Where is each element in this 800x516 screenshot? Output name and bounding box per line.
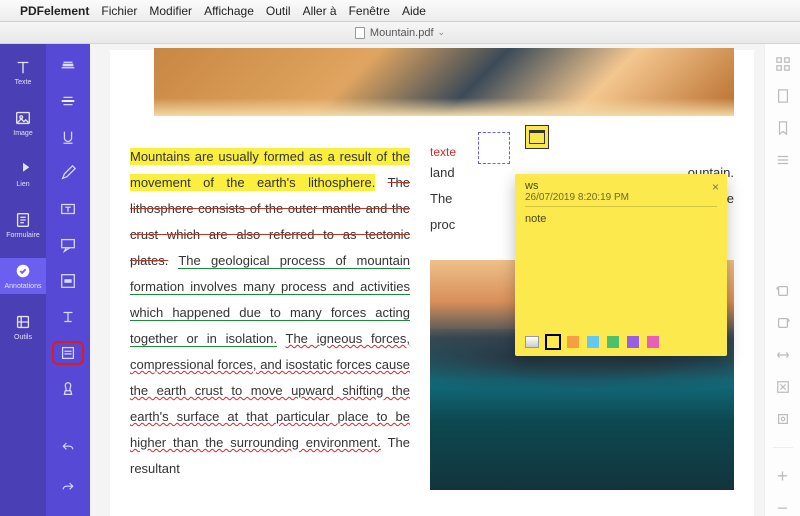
document-title: Mountain.pdf — [370, 27, 434, 39]
sticky-swatch-3[interactable] — [607, 336, 619, 348]
tool-area-highlight[interactable] — [55, 272, 81, 290]
highlighted-text[interactable]: Mountains are usually formed as a result… — [130, 148, 410, 191]
tool-underline[interactable] — [55, 128, 81, 146]
link-icon — [14, 160, 32, 178]
tool-pencil[interactable] — [55, 164, 81, 182]
right-outline-icon[interactable] — [775, 152, 791, 168]
sticky-date: 26/07/2019 8:20:19 PM — [525, 192, 717, 207]
menu-affichage[interactable]: Affichage — [204, 4, 254, 18]
tool-stamp[interactable] — [55, 380, 81, 398]
tool-sticky-note[interactable] — [55, 344, 81, 362]
menu-fichier[interactable]: Fichier — [101, 4, 137, 18]
sidebar-item-outils[interactable]: Outils — [0, 309, 46, 345]
hero-mountain-image — [154, 48, 734, 116]
sticky-swatch-1[interactable] — [567, 336, 579, 348]
zoom-out-button[interactable]: − — [775, 500, 791, 516]
menu-modifier[interactable]: Modifier — [149, 4, 192, 18]
sidebar-item-texte[interactable]: Texte — [0, 54, 46, 90]
sidebar-label: Image — [13, 130, 32, 137]
sidebar-label: Formulaire — [6, 232, 39, 239]
right-fit-page-icon[interactable] — [775, 379, 791, 395]
right-actual-size-icon[interactable] — [775, 411, 791, 427]
sidebar-item-image[interactable]: Image — [0, 105, 46, 141]
tool-strikethrough[interactable] — [55, 92, 81, 110]
sticky-close-icon[interactable]: × — [712, 180, 719, 194]
sticky-color-picker-icon[interactable] — [525, 336, 539, 348]
tool-undo[interactable] — [55, 434, 81, 460]
sidebar-label: Lien — [16, 181, 29, 188]
tool-redo[interactable] — [55, 474, 81, 500]
right-fit-width-icon[interactable] — [775, 347, 791, 363]
image-icon — [14, 109, 32, 127]
tool-typewriter[interactable] — [55, 308, 81, 326]
form-icon — [14, 211, 32, 229]
text-icon — [14, 58, 32, 76]
rt-l1a: land — [430, 160, 455, 186]
title-dropdown-chevron-icon[interactable]: ⌄ — [438, 27, 446, 38]
tool-text-callout[interactable] — [55, 236, 81, 254]
document-icon — [355, 27, 365, 39]
annotation-tools-column — [46, 44, 90, 516]
right-panel-strip: + − — [764, 44, 800, 516]
mac-menubar: PDFelement Fichier Modifier Affichage Ou… — [0, 0, 800, 22]
sidebar-label: Annotations — [5, 283, 42, 290]
menu-allera[interactable]: Aller à — [303, 4, 337, 18]
rt-l2a: The — [430, 186, 452, 212]
right-page-view-icon[interactable] — [775, 88, 791, 104]
sidebar-label: Texte — [15, 79, 32, 86]
sidebar-label: Outils — [14, 334, 32, 341]
annotations-icon — [14, 262, 32, 280]
right-bookmarks-icon[interactable] — [775, 120, 791, 136]
sticky-swatch-0[interactable] — [547, 336, 559, 348]
tool-highlight[interactable] — [55, 56, 81, 74]
sidebar-item-formulaire[interactable]: Formulaire — [0, 207, 46, 243]
right-rotate-right-icon[interactable] — [775, 315, 791, 331]
red-squiggle-text[interactable]: The igneous forces, compressional forces… — [130, 331, 410, 450]
sticky-swatch-4[interactable] — [627, 336, 639, 348]
sticky-note-popup[interactable]: × ws 26/07/2019 8:20:19 PM note — [515, 174, 727, 356]
right-thumbnails-icon[interactable] — [775, 56, 791, 72]
app-name[interactable]: PDFelement — [20, 4, 89, 18]
right-rotate-left-icon[interactable] — [775, 283, 791, 299]
sidebar-main: Texte Image Lien Formulaire Annotations … — [0, 44, 46, 516]
menu-fenetre[interactable]: Fenêtre — [349, 4, 390, 18]
left-text-column: Mountains are usually formed as a result… — [130, 144, 410, 516]
sticky-author: ws — [525, 180, 717, 192]
menu-outil[interactable]: Outil — [266, 4, 291, 18]
sticky-swatch-5[interactable] — [647, 336, 659, 348]
tools-icon — [14, 313, 32, 331]
rt-l3a: proc — [430, 217, 455, 232]
sticky-swatch-2[interactable] — [587, 336, 599, 348]
tool-textbox[interactable] — [55, 200, 81, 218]
sidebar-item-annotations[interactable]: Annotations — [0, 258, 46, 294]
menu-aide[interactable]: Aide — [402, 4, 426, 18]
sticky-color-row — [525, 336, 659, 348]
document-canvas[interactable]: Mountains are usually formed as a result… — [90, 44, 764, 516]
zoom-in-button[interactable]: + — [775, 468, 791, 484]
sidebar-item-lien[interactable]: Lien — [0, 156, 46, 192]
window-titlebar: Mountain.pdf ⌄ — [0, 22, 800, 44]
sticky-body-text[interactable]: note — [515, 209, 727, 229]
sticky-note-icon — [525, 125, 549, 149]
